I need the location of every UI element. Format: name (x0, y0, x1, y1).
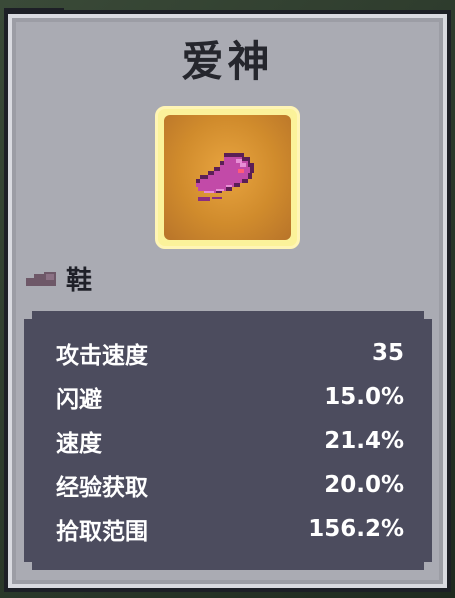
stat-value: 20.0% (324, 472, 404, 498)
item-icon-background (164, 115, 291, 240)
stat-row-exp-gain: 经验获取 20.0% (56, 463, 404, 507)
item-icon-frame[interactable] (155, 106, 300, 249)
stat-value: 35 (371, 340, 404, 366)
stat-label: 攻击速度 (56, 343, 148, 369)
stat-label: 经验获取 (56, 475, 148, 501)
stat-row-attack-speed: 攻击速度 35 (56, 331, 404, 375)
stat-row-speed: 速度 21.4% (56, 419, 404, 463)
stat-label: 拾取范围 (56, 519, 148, 545)
stat-label: 闪避 (56, 387, 102, 413)
item-category: 鞋 (24, 260, 92, 297)
item-category-label: 鞋 (66, 266, 93, 296)
stat-value: 21.4% (324, 428, 404, 454)
pink-shoe-icon (196, 153, 254, 201)
stat-value: 15.0% (324, 384, 404, 410)
shoe-category-icon (26, 271, 56, 286)
stat-value: 156.2% (308, 516, 404, 542)
stats-panel: 攻击速度 35 闪避 15.0% 速度 21.4% 经验获取 20.0% 拾取范… (24, 311, 432, 570)
item-title: 爱神 (181, 37, 274, 86)
stat-row-pickup-range: 拾取范围 156.2% (56, 507, 404, 551)
stat-label: 速度 (56, 431, 102, 457)
stat-row-dodge: 闪避 15.0% (56, 375, 404, 419)
